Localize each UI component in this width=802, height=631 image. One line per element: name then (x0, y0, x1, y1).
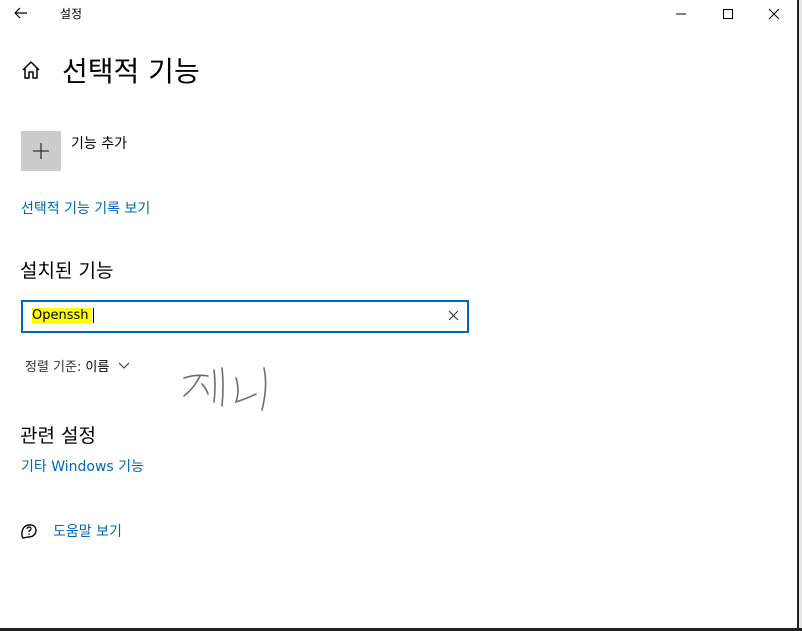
add-feature-label[interactable]: 기능 추가 (71, 133, 127, 153)
search-text: Openssh (32, 308, 94, 323)
minimize-icon (676, 13, 686, 15)
settings-window: 설정 선택적 기능 기능 추가 선택적 기능 기록 보기 설치된 기능 Open… (0, 0, 797, 628)
add-feature-button[interactable] (21, 131, 61, 171)
help-chat-icon (21, 524, 37, 539)
back-arrow-icon (14, 7, 27, 19)
maximize-icon (723, 9, 733, 19)
help-row[interactable]: 도움말 보기 (20, 521, 122, 541)
close-icon (768, 8, 780, 20)
home-icon[interactable] (20, 59, 42, 81)
installed-features-search-input[interactable]: Openssh (21, 300, 469, 333)
plus-icon (33, 143, 49, 159)
maximize-button[interactable] (705, 0, 751, 28)
sort-label: 정렬 기준: (25, 360, 82, 375)
related-settings-heading: 관련 설정 (20, 425, 96, 447)
handwritten-signature (183, 367, 267, 411)
back-button[interactable] (10, 2, 32, 24)
windows-features-link[interactable]: 기타 Windows 기능 (21, 456, 144, 476)
sort-dropdown[interactable]: 정렬 기준: 이름 (25, 356, 131, 375)
installed-features-heading: 설치된 기능 (20, 260, 114, 282)
search-value: Openssh (32, 308, 92, 323)
sort-value: 이름 (85, 360, 110, 375)
text-caret (92, 308, 94, 323)
close-button[interactable] (751, 0, 797, 28)
minimize-button[interactable] (658, 0, 704, 28)
clear-search-icon[interactable] (447, 309, 460, 322)
feature-history-link[interactable]: 선택적 기능 기록 보기 (21, 198, 150, 218)
chevron-down-icon (118, 362, 130, 369)
page-title: 선택적 기능 (62, 55, 200, 88)
help-link[interactable]: 도움말 보기 (53, 521, 122, 541)
window-title: 설정 (60, 7, 83, 21)
